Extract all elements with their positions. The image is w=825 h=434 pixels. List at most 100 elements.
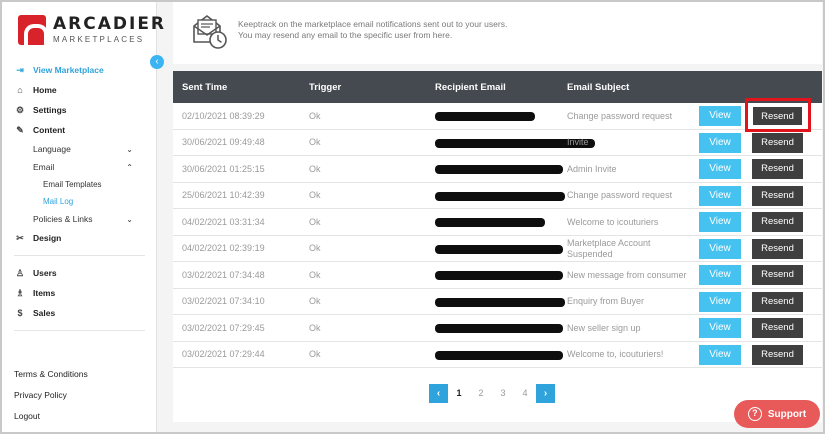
arcadier-logo[interactable]: ARCADIER MARKETPLACES (18, 11, 166, 49)
email-subject-cell: New seller sign up (567, 322, 641, 333)
view-button[interactable]: View (699, 291, 741, 312)
privacy-link[interactable]: Privacy Policy (14, 385, 88, 406)
recipient-email-cell (435, 183, 565, 209)
table-body: 02/10/2021 08:39:29 Ok Change password req… (173, 103, 822, 368)
pagination-next-button[interactable]: › (536, 383, 555, 403)
view-button[interactable]: View (699, 318, 741, 338)
sidebar-sub-language[interactable]: Language ⌄ (2, 140, 157, 158)
sidebar-divider (14, 255, 145, 256)
header-sent-time: Sent Time (182, 82, 228, 93)
sidebar-item-home[interactable]: ⌂ Home (2, 80, 157, 100)
email-subject-cell: New message from consumer (567, 269, 687, 280)
recipient-email-cell (435, 315, 563, 341)
sidebar-sub-policies-links[interactable]: Policies & Links ⌄ (2, 210, 157, 228)
resend-button[interactable]: Resend (752, 185, 803, 206)
recipient-email-cell (435, 130, 595, 156)
page-number[interactable]: 2 (470, 388, 492, 398)
sent-time-cell: 03/02/2021 07:29:45 (182, 322, 265, 333)
resend-button[interactable]: Resend (752, 318, 803, 338)
trigger-cell: Ok (309, 190, 321, 200)
table-row: 03/02/2021 07:29:45 Ok New seller sign up V… (173, 315, 822, 342)
resend-button[interactable]: Resend (752, 344, 803, 365)
table-row: 25/06/2021 10:42:39 Ok Change password req… (173, 183, 822, 209)
sidebar-sub-label: Language (33, 144, 71, 154)
view-button[interactable]: View (699, 106, 741, 126)
redaction-mark (435, 271, 563, 280)
redaction-mark (435, 350, 563, 360)
support-button[interactable]: ? Support (734, 400, 820, 428)
logout-link[interactable]: Logout (14, 406, 88, 427)
logo-mark-icon (18, 15, 46, 45)
pagination: ‹ 1 2 3 4 › (429, 383, 555, 403)
view-button[interactable]: View (699, 344, 741, 365)
sidebar-collapse-button[interactable]: ‹ (150, 55, 164, 69)
sidebar-sub-email[interactable]: Email ⌃ (2, 158, 157, 176)
chevron-up-icon: ⌃ (126, 162, 133, 172)
sidebar-divider (14, 330, 145, 331)
sidebar-item-settings[interactable]: ⚙ Settings (2, 100, 157, 120)
trigger-cell: Ok (309, 322, 321, 333)
sidebar: ARCADIER MARKETPLACES ⇥ View Marketplace… (2, 2, 164, 432)
header-trigger: Trigger (309, 82, 342, 93)
sidebar-sub-email-templates[interactable]: Email Templates (2, 176, 157, 193)
resend-button[interactable]: Resend (752, 291, 803, 312)
view-button[interactable]: View (699, 238, 741, 259)
resend-button[interactable]: Resend (752, 238, 803, 259)
trigger-cell: Ok (309, 269, 321, 280)
redaction-mark (435, 297, 565, 307)
resend-button[interactable]: Resend (752, 106, 803, 126)
resend-button[interactable]: Resend (752, 265, 803, 285)
trigger-cell: Ok (309, 137, 321, 147)
page-number[interactable]: 3 (492, 388, 514, 398)
table-row: 03/02/2021 07:34:48 Ok New message from co… (173, 262, 822, 289)
view-button[interactable]: View (699, 265, 741, 285)
view-button[interactable]: View (699, 185, 741, 206)
sidebar-item-users[interactable]: ♙ Users (2, 263, 157, 283)
view-button[interactable]: View (699, 212, 741, 232)
pagination-prev-button[interactable]: ‹ (429, 383, 448, 403)
sidebar-item-label: View Marketplace (33, 65, 104, 75)
sent-time-cell: 04/02/2021 02:39:19 (182, 243, 265, 253)
sidebar-item-content[interactable]: ✎ Content (2, 120, 157, 140)
email-subject-cell: Admin Invite (567, 163, 617, 174)
redaction-mark (435, 218, 545, 227)
external-link-icon: ⇥ (16, 64, 24, 75)
resend-button[interactable]: Resend (752, 159, 803, 179)
terms-link[interactable]: Terms & Conditions (14, 364, 88, 385)
sidebar-footer: Terms & Conditions Privacy Policy Logout (14, 364, 88, 427)
sidebar-item-label: Sales (33, 308, 56, 318)
sidebar-sub-label: Email (33, 162, 55, 172)
sidebar-item-label: Content (33, 125, 66, 135)
sidebar-item-sales[interactable]: $ Sales (2, 303, 157, 323)
sidebar-sub-mail-log[interactable]: Mail Log (2, 193, 157, 210)
trigger-cell: Ok (309, 296, 321, 306)
page-number[interactable]: 4 (514, 388, 536, 398)
redaction-mark (435, 112, 535, 121)
items-icon: ♗ (15, 287, 25, 298)
resend-button[interactable]: Resend (752, 212, 803, 232)
brand-sub: MARKETPLACES (53, 35, 145, 44)
chevron-down-icon: ⌄ (126, 144, 133, 154)
table-row: 30/06/2021 09:49:48 Ok Invite View Resend (173, 130, 822, 156)
view-button[interactable]: View (699, 132, 741, 153)
email-subject-cell: Welcome to, icouturiers! (567, 349, 664, 359)
sidebar-item-view-marketplace[interactable]: ⇥ View Marketplace (2, 60, 157, 80)
content-icon: ✎ (16, 124, 24, 135)
header-description-line1: Keeptrack on the marketplace email notif… (238, 19, 508, 29)
view-button[interactable]: View (699, 159, 741, 179)
resend-button[interactable]: Resend (752, 132, 803, 153)
recipient-email-cell (435, 103, 563, 129)
email-subject-cell: Invite (567, 137, 589, 147)
redaction-mark (435, 165, 563, 174)
design-tools-icon: ✂ (16, 232, 24, 243)
email-subject-cell: Enquiry from Buyer (567, 296, 645, 306)
user-icon: ♙ (15, 267, 25, 278)
sidebar-item-label: Home (33, 85, 57, 95)
chevron-down-icon: ⌄ (126, 214, 133, 224)
sidebar-item-design[interactable]: ✂ Design (2, 228, 157, 248)
table-row: 03/02/2021 07:34:10 Ok Enquiry from Buyer V… (173, 289, 822, 315)
page-number[interactable]: 1 (448, 388, 470, 398)
header-recipient-email: Recipient Email (435, 82, 506, 93)
redaction-mark (435, 191, 565, 201)
sidebar-item-items[interactable]: ♗ Items (2, 283, 157, 303)
